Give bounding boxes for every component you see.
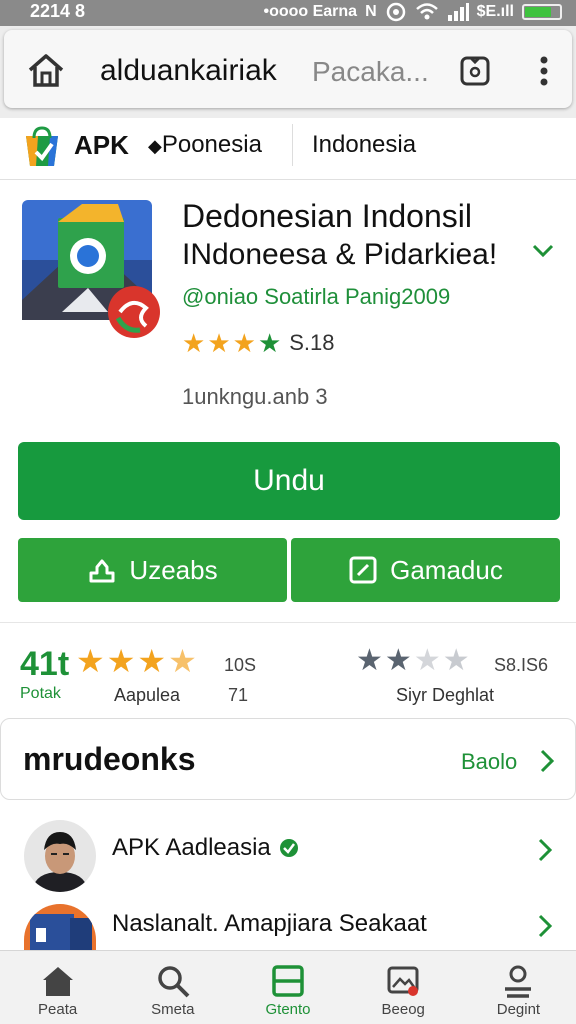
star-icon: ★ [182,328,206,358]
browser-toolbar: alduankairiak Pacaka... [0,26,576,118]
site-header: APK ◆Poonesia Indonesia [0,118,576,180]
more-menu-icon[interactable] [534,54,554,88]
nav-gallery[interactable]: Beeog [346,951,461,1024]
rating-stars-right: ★ ★ ★ ★ [356,645,472,677]
related-section-header: mrudeonks Baolo [0,718,576,800]
app-icon [22,200,160,338]
nav-account-label: Degint [496,1001,541,1018]
header-divider [292,124,293,166]
site-country[interactable]: Indonesia [312,131,416,159]
rating-score-label: Potak [20,685,61,702]
updates-button[interactable]: Uzeabs [18,538,287,602]
app-title-line1: Dedonesian Indonsil [182,198,472,234]
section-title: mrudeonks [23,741,196,777]
apk-logo-icon[interactable] [20,126,64,170]
status-icons: •oooo Earna N $E.ıll [263,1,562,23]
chevron-down-icon[interactable] [528,236,558,266]
list-item-title: APK Aadleasia [112,834,299,862]
avatar [24,820,96,892]
address-bar[interactable]: alduankairiak Pacaka... [4,30,572,108]
nav-gallery-label: Beeog [381,1001,425,1018]
apps-icon [272,965,304,997]
app-title-line2: INdoneesa & Pidarkiea! [182,238,498,271]
rating-count-right: S8.IS6 [494,655,549,675]
home-icon [42,967,73,996]
rating-value: S.18 [289,330,335,355]
tab-switch-icon[interactable] [458,54,492,88]
star-icon: ★ [384,644,412,677]
rating-number-left: 71 [228,685,249,705]
app-meta: 1unkngu.anb 3 [182,384,328,409]
star-icon: ★ [76,643,105,679]
list-item[interactable]: Naslanalt. Amapjiara Seakaat [0,898,576,950]
star-icon: ★ [257,328,282,358]
star-icon: ★ [232,328,256,358]
diamond-icon: ◆ [148,136,162,156]
ratings-summary: 41t Potak ★ ★ ★ ★ 10S Aapulea 71 ★ ★ ★ ★… [0,622,576,712]
chevron-right-icon[interactable] [535,747,559,775]
nav-home-label: Peata [38,1001,78,1018]
see-more-link[interactable]: Baolo [461,749,517,775]
list-item-title: Naslanalt. Amapjiara Seakaat [112,910,427,937]
rating-score: 41t [20,645,70,683]
nav-search[interactable]: Smeta [115,951,230,1024]
star-icon: ★ [356,644,383,677]
rating-label-left: Aapulea [114,685,181,705]
status-bar: 2214 8 •oooo Earna N $E.ıll [0,0,576,26]
upload-icon [89,559,115,583]
avatar [24,904,96,950]
nav-account[interactable]: Degint [461,951,576,1024]
app-developer[interactable]: @oniao Soatirla Panig2009 [182,284,450,310]
star-empty-icon: ★ [442,644,470,677]
verified-icon [279,839,298,857]
rating-count-left: 10S [224,655,257,675]
star-half-icon: ★ [168,643,197,679]
site-region[interactable]: ◆Poonesia [148,131,262,159]
chevron-right-icon [538,914,553,938]
site-region-label: Poonesia [161,131,262,158]
signal-label: $E.ıll [476,3,514,20]
gallery-icon [387,966,419,996]
search-icon [158,966,190,998]
app-rating: ★ ★ ★ ★ S.18 [182,330,335,356]
star-icon: ★ [106,643,136,679]
gallery-button[interactable]: Gamaduc [291,538,560,602]
list-item[interactable]: APK Aadleasia [0,812,576,898]
download-button[interactable]: Undu [18,442,560,520]
rating-label-right: Siyr Deghlat [396,685,495,705]
list-item-label: APK Aadleasia [112,834,271,861]
account-icon [505,965,532,998]
battery-icon [522,4,562,20]
nav-search-label: Smeta [151,1001,195,1018]
star-empty-icon: ★ [413,644,441,677]
gallery-label: Gamaduc [390,554,503,585]
carrier-label: •oooo Earna [263,3,358,20]
status-time: 2214 8 [30,1,86,21]
home-icon[interactable] [26,52,66,88]
edit-icon [349,556,377,584]
url-package[interactable]: Pacaka... [312,56,429,88]
bottom-nav: Peata Smeta Gtento Beeog Degint [0,950,576,1024]
site-brand[interactable]: APK [74,130,129,161]
chevron-right-icon [538,838,553,862]
star-icon: ★ [207,328,231,358]
sync-icon [386,2,405,22]
nav-apps[interactable]: Gtento [230,951,345,1024]
wifi-icon [415,3,438,20]
star-icon: ★ [137,643,167,679]
updates-label: Uzeabs [129,554,218,585]
network-label: N [365,3,377,20]
rating-stars-left: ★ ★ ★ ★ [76,645,199,677]
nav-home[interactable]: Peata [0,951,115,1024]
url-domain[interactable]: alduankairiak [100,54,277,88]
nav-apps-label: Gtento [265,1001,311,1018]
signal-icon [447,3,469,21]
